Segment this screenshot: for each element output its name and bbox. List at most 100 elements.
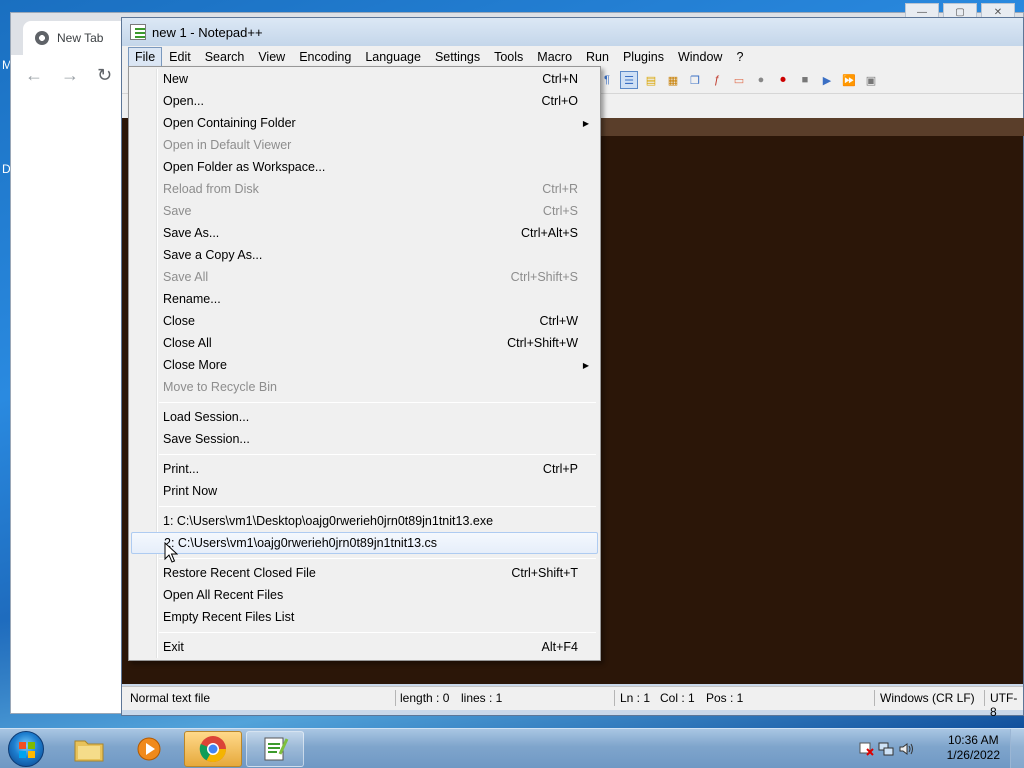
menu-settings[interactable]: Settings	[428, 47, 487, 67]
indent-guide-icon[interactable]: ☰	[620, 71, 638, 89]
chrome-icon	[199, 736, 227, 763]
doc-map-icon[interactable]: ▦	[664, 71, 682, 89]
menu-item-label: Print...	[163, 462, 200, 476]
menu-separator	[159, 632, 596, 633]
menu-item-load-session[interactable]: Load Session...	[131, 406, 598, 428]
menu-item-label: Empty Recent Files List	[163, 610, 295, 624]
reload-icon[interactable]: ↻	[97, 65, 112, 86]
menu-item-open[interactable]: Open... Ctrl+O	[131, 90, 598, 112]
record-macro-icon[interactable]: ⏺	[774, 71, 792, 89]
save-macro-icon[interactable]: ▣	[862, 71, 880, 89]
browser-tab-label: New Tab	[57, 31, 104, 45]
taskbar-app-file-explorer[interactable]	[60, 731, 118, 767]
browser-tab-new-tab[interactable]: New Tab	[23, 21, 131, 55]
menu-item-print-now[interactable]: Print Now	[131, 480, 598, 502]
network-icon[interactable]	[878, 741, 894, 757]
menu-item-label: Save	[163, 204, 192, 218]
menu-item-save: Save Ctrl+S	[131, 200, 598, 222]
menu-item-shortcut: Ctrl+R	[542, 182, 578, 196]
menu-item-label: Close More	[163, 358, 227, 372]
window-title-bar: new 1 - Notepad++	[122, 18, 1023, 46]
action-center-flag-icon[interactable]	[858, 741, 874, 757]
menu-item-shortcut: Ctrl+Alt+S	[521, 226, 578, 240]
menu-item-shortcut: Ctrl+P	[542, 462, 578, 476]
menu-item-move-to-recycle-bin: Move to Recycle Bin	[131, 376, 598, 398]
start-button[interactable]	[8, 731, 44, 767]
menu-item-recent-file-1[interactable]: 1: C:\Users\vm1\Desktop\oajg0rwerieh0jrn…	[131, 510, 598, 532]
menu-item-restore-recent-closed-file[interactable]: Restore Recent Closed File Ctrl+Shift+T	[131, 562, 598, 584]
system-clock[interactable]: 10:36 AM 1/26/2022	[947, 733, 1000, 763]
menu-item-recent-file-2[interactable]: 2: C:\Users\vm1\oajg0rwerieh0jrn0t89jn1t…	[131, 532, 598, 554]
menu-tools[interactable]: Tools	[487, 47, 530, 67]
menu-item-save-a-copy-as[interactable]: Save a Copy As...	[131, 244, 598, 266]
forward-icon[interactable]: →	[61, 65, 79, 86]
clock-time: 10:36 AM	[947, 733, 999, 747]
mouse-pointer-icon	[164, 542, 178, 563]
word-wrap-icon[interactable]: ▤	[642, 71, 660, 89]
notepadpp-icon	[130, 24, 146, 40]
menu-item-shortcut: Ctrl+N	[542, 72, 578, 86]
submenu-arrow-icon: ▶	[582, 118, 589, 128]
menu-search[interactable]: Search	[198, 47, 252, 67]
menu-item-shortcut: Ctrl+W	[539, 314, 578, 328]
menu-item-new[interactable]: New Ctrl+N	[131, 68, 598, 90]
menu-help[interactable]: ?	[729, 47, 750, 67]
monitoring-icon[interactable]: ●	[752, 71, 770, 89]
menu-run[interactable]: Run	[579, 47, 616, 67]
folder-workspace-icon[interactable]: ▭	[730, 71, 748, 89]
document-list-icon[interactable]: ❐	[686, 71, 704, 89]
chrome-icon	[35, 31, 49, 45]
menu-item-label: Exit	[163, 640, 184, 654]
menu-file[interactable]: File	[128, 47, 163, 67]
show-desktop-button[interactable]	[1010, 729, 1024, 768]
system-tray: 10:36 AM 1/26/2022	[854, 729, 1024, 768]
menu-item-rename[interactable]: Rename...	[131, 288, 598, 310]
menu-edit[interactable]: Edit	[162, 47, 198, 67]
menu-item-print[interactable]: Print... Ctrl+P	[131, 458, 598, 480]
status-encoding: UTF-8	[990, 691, 1018, 719]
menu-item-save-session[interactable]: Save Session...	[131, 428, 598, 450]
menu-window[interactable]: Window	[671, 47, 729, 67]
status-length: length : 0	[400, 691, 450, 705]
run-macro-multiple-icon[interactable]: ⏩	[840, 71, 858, 89]
function-list-icon[interactable]: ƒ	[708, 71, 726, 89]
playback-macro-icon[interactable]: ▶	[818, 71, 836, 89]
menu-item-shortcut: Ctrl+Shift+S	[510, 270, 578, 284]
menu-item-label: 2: C:\Users\vm1\oajg0rwerieh0jrn0t89jn1t…	[164, 536, 438, 550]
status-line-number: Ln : 1	[620, 691, 651, 705]
menu-item-open-folder-as-workspace[interactable]: Open Folder as Workspace...	[131, 156, 598, 178]
clock-date: 1/26/2022	[946, 748, 1000, 762]
notepadpp-icon	[264, 737, 289, 761]
menu-item-close-all[interactable]: Close All Ctrl+Shift+W	[131, 332, 598, 354]
folder-icon	[74, 740, 104, 762]
menu-item-shortcut: Ctrl+S	[542, 204, 578, 218]
stop-recording-icon[interactable]: ■	[796, 71, 814, 89]
volume-icon[interactable]	[898, 741, 914, 757]
taskbar-app-notepadpp[interactable]	[246, 731, 304, 767]
menu-encoding[interactable]: Encoding	[292, 47, 358, 67]
menu-bar: File Edit Search View Encoding Language …	[122, 46, 1023, 68]
menu-item-label: Open...	[163, 94, 204, 108]
menu-item-open-all-recent-files[interactable]: Open All Recent Files	[131, 584, 598, 606]
menu-item-open-containing-folder[interactable]: Open Containing Folder ▶	[131, 112, 598, 134]
menu-item-close-more[interactable]: Close More ▶	[131, 354, 598, 376]
menu-item-label: Open Containing Folder	[163, 116, 296, 130]
taskbar-app-media-player[interactable]	[120, 731, 178, 767]
menu-plugins[interactable]: Plugins	[616, 47, 671, 67]
menu-item-label: Save a Copy As...	[163, 248, 263, 262]
menu-view[interactable]: View	[251, 47, 292, 67]
status-bar: Normal text file length : 0 lines : 1 Ln…	[122, 686, 1023, 719]
menu-macro[interactable]: Macro	[530, 47, 579, 67]
menu-item-close[interactable]: Close Ctrl+W	[131, 310, 598, 332]
menu-language[interactable]: Language	[358, 47, 428, 67]
back-icon[interactable]: ←	[25, 65, 43, 86]
menu-item-exit[interactable]: Exit Alt+F4	[131, 636, 598, 658]
menu-item-label: Open All Recent Files	[163, 588, 284, 602]
taskbar-app-chrome[interactable]	[184, 731, 242, 767]
menu-item-label: Restore Recent Closed File	[163, 566, 316, 580]
menu-item-label: Close All	[163, 336, 212, 350]
menu-item-shortcut: Ctrl+O	[541, 94, 578, 108]
menu-item-empty-recent-files-list[interactable]: Empty Recent Files List	[131, 606, 598, 628]
menu-separator	[159, 506, 596, 507]
menu-item-save-as[interactable]: Save As... Ctrl+Alt+S	[131, 222, 598, 244]
